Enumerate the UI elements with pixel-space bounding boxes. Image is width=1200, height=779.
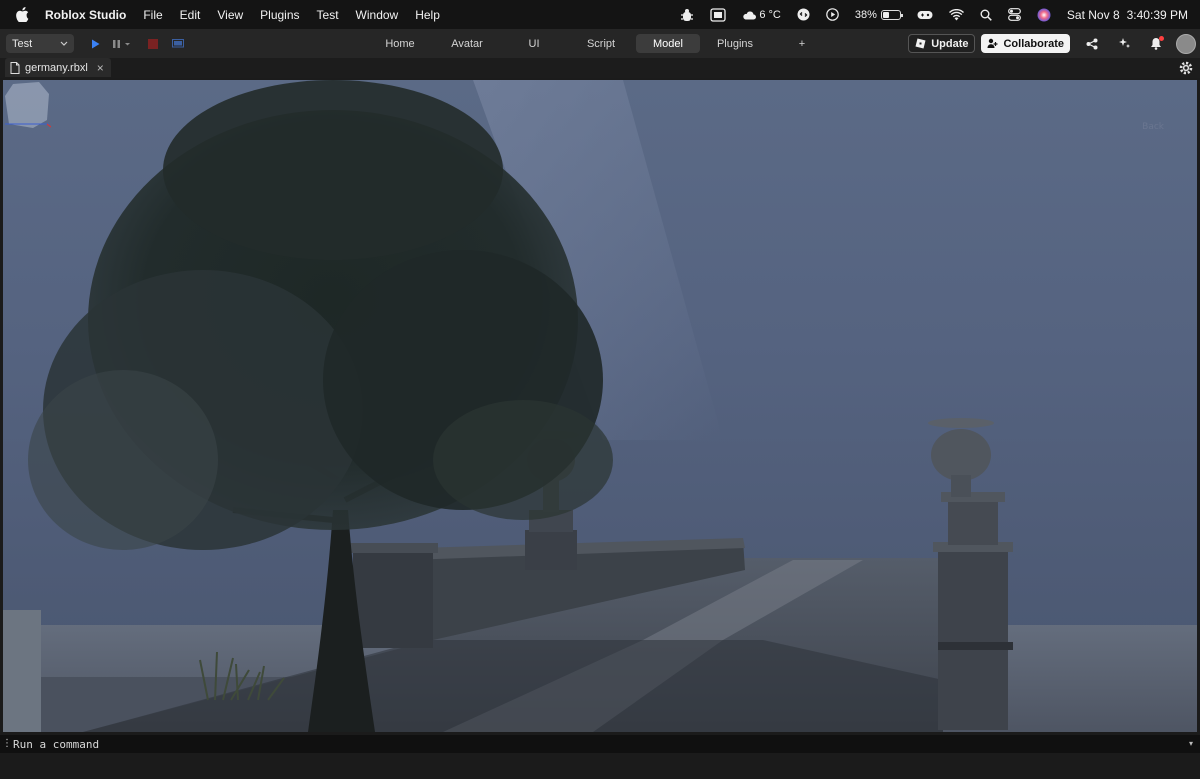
sparkle-icon (1118, 38, 1130, 48)
menu-edit[interactable]: Edit (180, 8, 201, 22)
weather-widget[interactable]: 6 °C (742, 0, 781, 29)
notifications-button[interactable] (1145, 33, 1167, 55)
menu-file[interactable]: File (143, 8, 162, 22)
tab-ui[interactable]: UI (502, 34, 566, 53)
chevron-down-icon (60, 41, 68, 46)
share-icon (1086, 38, 1098, 49)
collaborate-button[interactable]: Collaborate (981, 34, 1070, 53)
share-button[interactable] (1081, 33, 1103, 55)
monitor-icon (172, 38, 184, 47)
menubar-date[interactable]: Sat Nov 8 (1067, 0, 1120, 29)
command-bar-handle-icon[interactable]: ⋮ (2, 739, 12, 749)
bug-icon[interactable] (680, 0, 694, 29)
update-label: Update (931, 37, 969, 50)
file-tab-germany[interactable]: germany.rbxl × (5, 58, 111, 77)
screen-recording-icon[interactable] (710, 0, 727, 29)
play-button[interactable] (84, 33, 106, 55)
battery-status[interactable]: 38% (854, 0, 903, 29)
weather-temperature: 6 °C (759, 8, 781, 21)
cloud-icon (743, 11, 757, 19)
file-icon (10, 61, 20, 74)
test-mode-dropdown[interactable]: Test (6, 34, 74, 53)
command-input[interactable] (13, 737, 1163, 751)
building-edge (3, 610, 41, 732)
right-urn (931, 429, 991, 481)
3d-viewport[interactable]: Back (3, 80, 1197, 732)
add-user-icon (987, 38, 998, 48)
document-tab-bar: germany.rbxl × (0, 58, 1200, 78)
gear-icon[interactable] (1178, 60, 1194, 76)
view-cube[interactable] (3, 80, 51, 130)
stop-icon (148, 38, 158, 49)
file-tab-label: germany.rbxl (25, 61, 88, 74)
test-mode-label: Test (12, 37, 33, 50)
scene-render (3, 80, 1197, 732)
view-cube-label: Back (1142, 122, 1164, 132)
notification-badge (1159, 35, 1164, 41)
siri-icon[interactable] (1037, 0, 1051, 29)
play-icon (91, 39, 99, 48)
battery-icon (880, 9, 903, 20)
battery-percent: 38% (854, 8, 877, 21)
studio-toolbar: Test Home Avatar UI Script Model Plugins… (0, 29, 1200, 58)
menubar-time[interactable]: 3:40:39 PM (1127, 0, 1188, 29)
chevron-down-icon[interactable]: ▾ (1189, 739, 1193, 748)
control-center-icon[interactable] (1008, 0, 1021, 29)
device-emulator-button[interactable] (167, 33, 189, 55)
roblox-update-icon (915, 38, 926, 49)
output-panel (0, 753, 1200, 779)
stop-button[interactable] (142, 33, 164, 55)
command-bar: ⋮ ▾ (0, 735, 1200, 753)
left-pillar (353, 548, 433, 648)
menu-plugins[interactable]: Plugins (260, 8, 299, 22)
add-tab-button[interactable]: + (770, 34, 834, 53)
collaborate-label: Collaborate (1003, 37, 1064, 50)
menu-view[interactable]: View (217, 8, 243, 22)
gamepad-icon[interactable] (917, 0, 933, 29)
tab-plugins[interactable]: Plugins (703, 34, 767, 53)
menu-test[interactable]: Test (317, 8, 339, 22)
tab-model[interactable]: Model (636, 34, 700, 53)
pause-icon (113, 39, 130, 48)
tab-script[interactable]: Script (569, 34, 633, 53)
menu-help[interactable]: Help (415, 8, 440, 22)
mid-pillar (525, 530, 577, 570)
spotlight-search-icon[interactable] (980, 0, 992, 29)
apple-icon[interactable] (16, 7, 30, 23)
tab-avatar[interactable]: Avatar (435, 34, 499, 53)
wifi-icon[interactable] (948, 0, 964, 29)
menu-window[interactable]: Window (356, 8, 399, 22)
update-button[interactable]: Update (908, 34, 976, 53)
close-icon[interactable]: × (97, 61, 104, 75)
play-circle-icon[interactable] (826, 0, 839, 29)
ribbon-tabs: Home Avatar UI Script Model Plugins + (368, 34, 837, 53)
right-pillar (938, 545, 1008, 730)
app-menu-roblox-studio[interactable]: Roblox Studio (45, 8, 126, 22)
pause-button[interactable] (108, 33, 136, 55)
tab-home[interactable]: Home (368, 34, 432, 53)
assistant-button[interactable] (1113, 33, 1135, 55)
macos-menu-bar: Roblox Studio File Edit View Plugins Tes… (0, 0, 1200, 29)
shazam-icon[interactable] (797, 0, 810, 29)
user-avatar[interactable] (1176, 33, 1196, 54)
